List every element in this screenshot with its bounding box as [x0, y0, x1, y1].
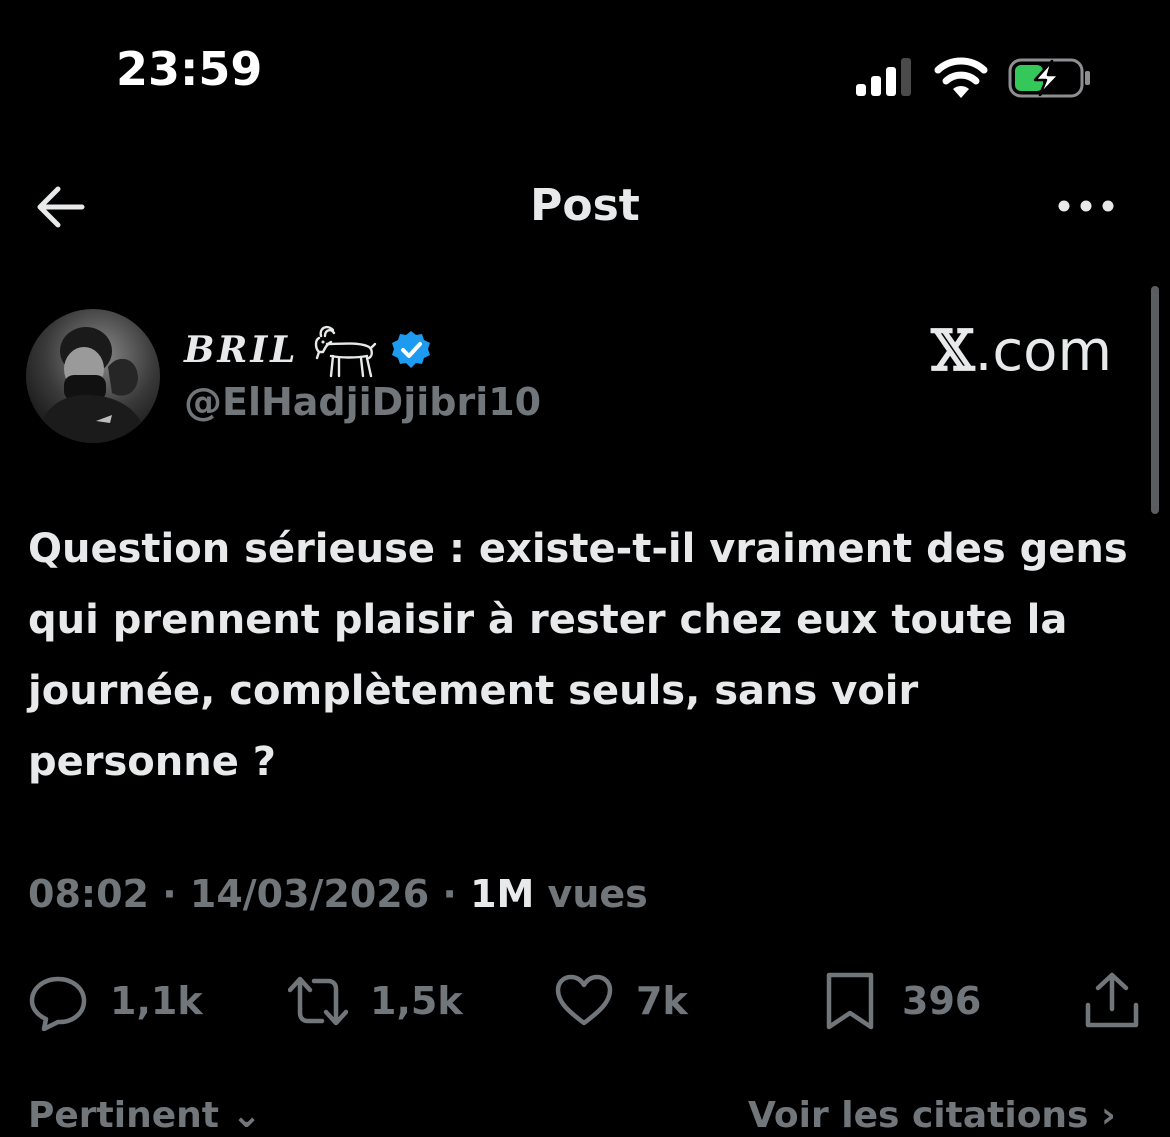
avatar-photo [26, 309, 160, 443]
chevron-down-icon: ⌄ [231, 1095, 262, 1136]
author-handle[interactable]: @ElHadjiDjibri10 [184, 380, 541, 426]
wifi-icon [934, 57, 988, 98]
author-display-name[interactable]: BRIL [184, 322, 431, 378]
sort-replies-dropdown[interactable]: Pertinent ⌄ [28, 1094, 262, 1137]
watermark-domain: .com [974, 319, 1112, 384]
like-button[interactable]: 7k [554, 966, 688, 1036]
view-quotes-link[interactable]: Voir les citations › [748, 1094, 1116, 1137]
author-name-text: BRIL [184, 329, 299, 371]
goat-emoji-icon [314, 325, 376, 378]
view-quotes-label: Voir les citations [748, 1095, 1089, 1136]
cellular-signal-icon [856, 58, 911, 96]
chevron-right-icon: › [1101, 1095, 1116, 1136]
share-button[interactable] [1082, 966, 1142, 1036]
x-logo-icon: 𝕏 [931, 318, 975, 384]
share-icon [1085, 972, 1139, 1028]
scrollbar[interactable] [1151, 286, 1159, 514]
like-count: 7k [636, 979, 688, 1023]
tweet-meta: 08:02 · 14/03/2026 · 1M vues [28, 872, 648, 918]
heart-icon [555, 974, 613, 1026]
sort-label: Pertinent [28, 1095, 219, 1136]
x-com-watermark: 𝕏.com [931, 318, 1112, 385]
views-label: vues [534, 872, 648, 916]
meta-separator: · [429, 872, 471, 916]
more-options-icon[interactable] [1056, 196, 1116, 216]
repost-count: 1,5k [370, 979, 463, 1023]
tweet-text: Question sérieuse : existe-t-il vraiment… [28, 526, 1128, 785]
bookmark-icon [826, 972, 874, 1030]
repost-icon [288, 976, 348, 1026]
meta-separator: · [148, 872, 190, 916]
bookmark-button[interactable]: 396 [820, 966, 981, 1036]
page-title: Post [530, 180, 640, 231]
reply-icon [29, 976, 87, 1031]
tweet-date[interactable]: 14/03/2026 [190, 872, 429, 916]
tweet-actions-bar: 1,1k 1,5k 7k 396 [0, 966, 1170, 1036]
verified-badge-icon[interactable] [391, 330, 431, 370]
views-count: 1M [470, 872, 535, 916]
bookmark-count: 396 [902, 979, 982, 1023]
reply-button[interactable]: 1,1k [28, 966, 203, 1036]
reply-count: 1,1k [110, 979, 203, 1023]
status-time: 23:59 [116, 42, 263, 96]
battery-charging-icon [1008, 58, 1090, 98]
avatar[interactable] [26, 309, 160, 443]
repost-button[interactable]: 1,5k [288, 966, 463, 1036]
tweet-time[interactable]: 08:02 [28, 872, 149, 916]
